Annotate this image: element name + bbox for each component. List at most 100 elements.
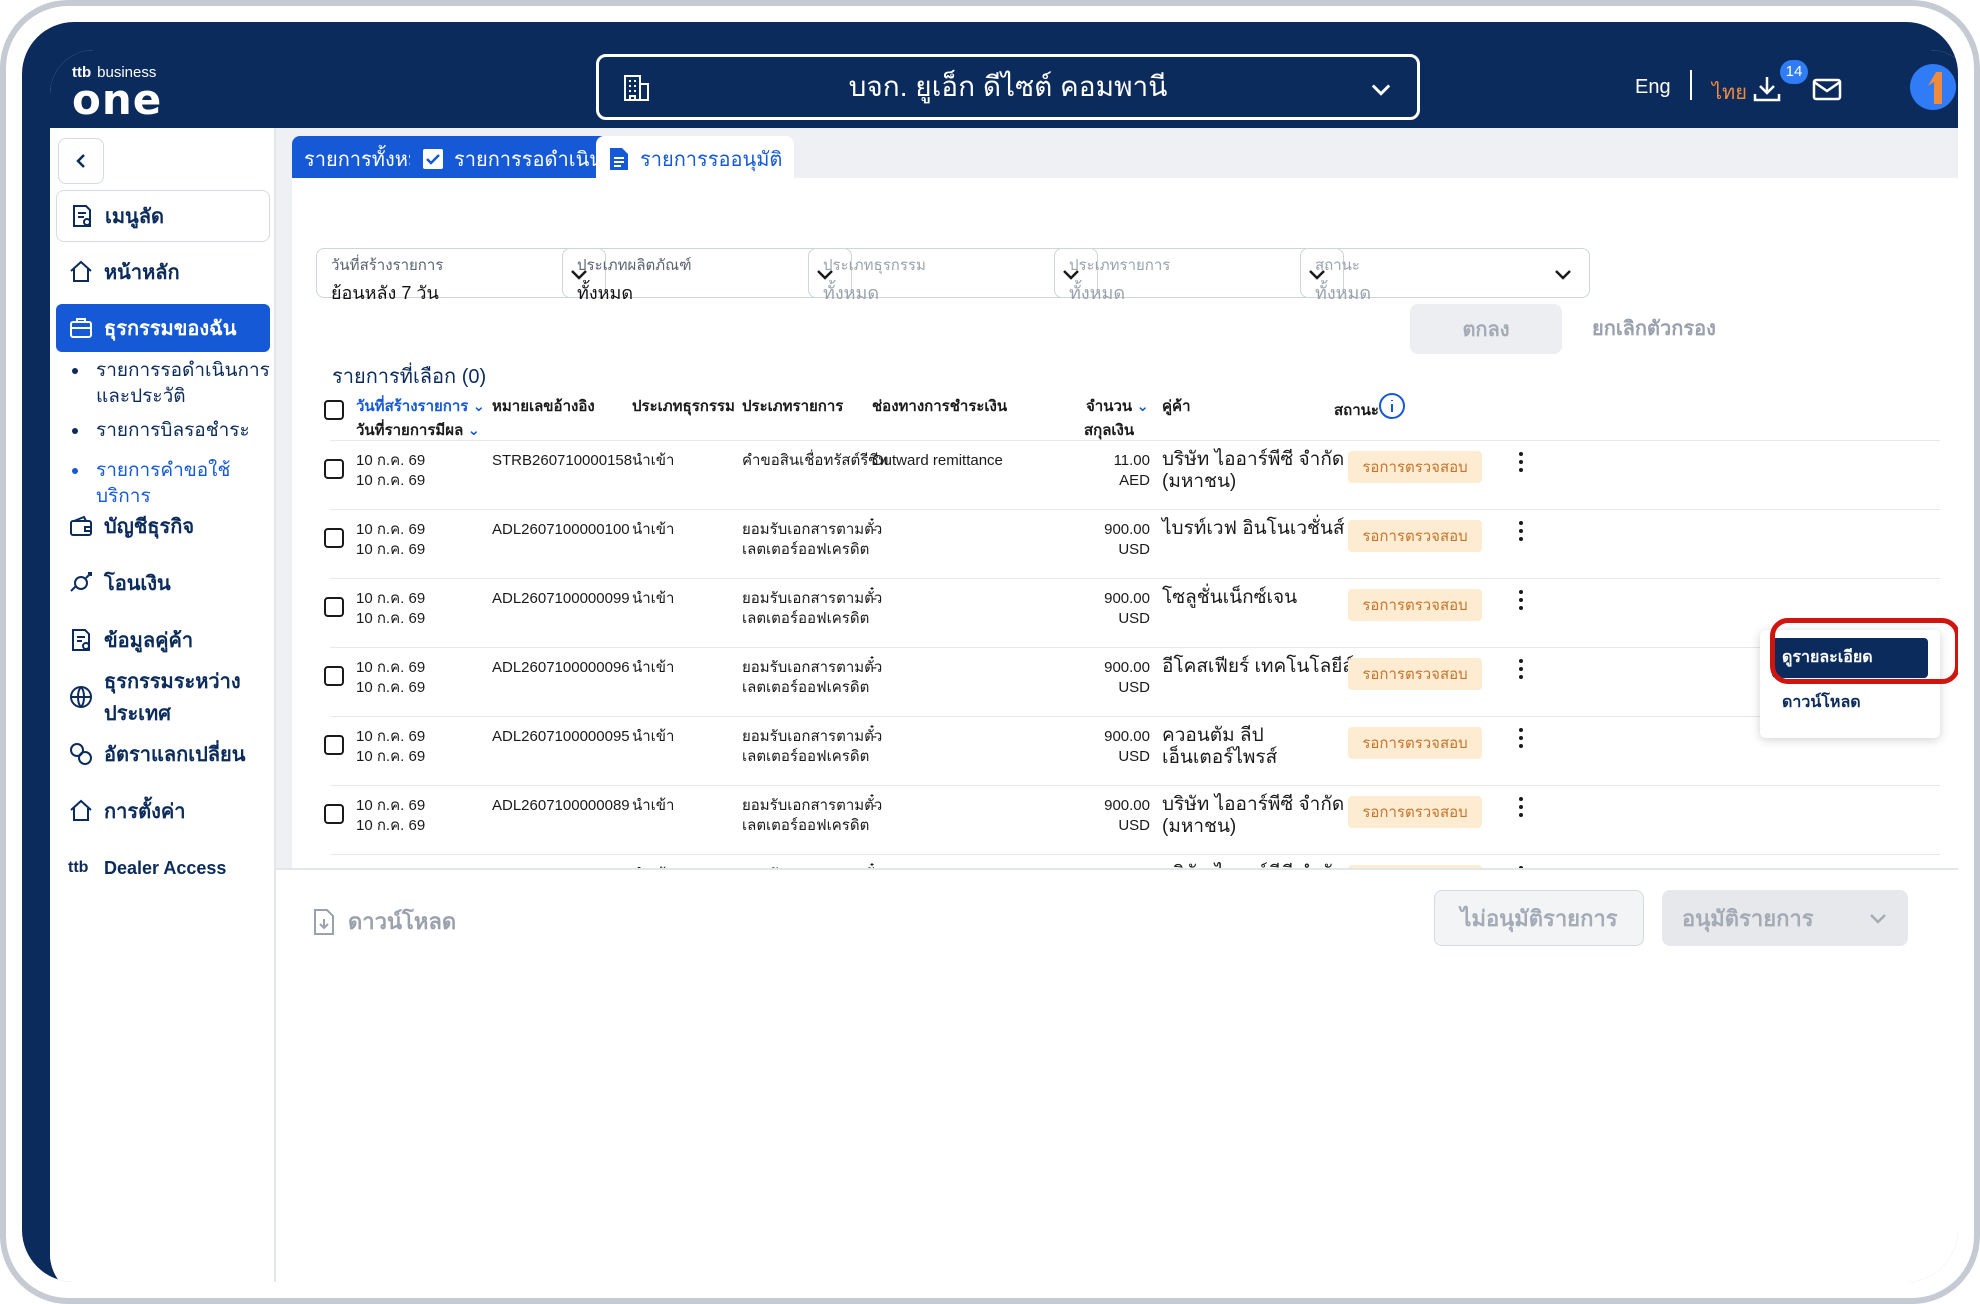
sidebar-subitem-pending-history[interactable]: รายการรอดำเนินการ และประวัติ: [60, 358, 270, 410]
sidebar-item-home[interactable]: หน้าหลัก: [56, 248, 270, 296]
logo-big-text: one: [72, 75, 163, 124]
select-all-checkbox[interactable]: [324, 400, 344, 420]
sidebar-item-settings[interactable]: การตั้งค่า: [56, 787, 270, 835]
collapse-sidebar-button[interactable]: [58, 138, 104, 184]
selected-count-label: รายการที่เลือก (0): [332, 366, 487, 388]
lang-en[interactable]: Eng: [1635, 76, 1671, 99]
item-type-cell: คำขอสินเชื่อทรัสต์รีซีท: [742, 452, 889, 469]
ref-cell: ADL2607100000096: [492, 659, 630, 676]
download-button[interactable]: ดาวน์โหลด: [312, 904, 456, 939]
sidebar-item-international[interactable]: ธุรกรรมระหว่างประเทศ: [56, 671, 270, 725]
column-header-effective-date[interactable]: วันที่รายการมีผล ⌄: [356, 418, 480, 442]
table-row[interactable]: 10 ก.ค. 69 10 ก.ค. 69 ADL2607100000095 นำเข…: [324, 716, 1940, 785]
lang-th[interactable]: ไทย: [1712, 76, 1747, 108]
bullet-icon: [72, 368, 78, 374]
avatar[interactable]: [1910, 64, 1956, 110]
channel-cell: -: [872, 521, 877, 538]
download-menu-item[interactable]: ดาวน์โหลด: [1782, 690, 1861, 715]
row-checkbox[interactable]: [324, 597, 344, 617]
partner-cell: ไบรท์เวฟ อินโนเวชั่นส์: [1162, 518, 1345, 539]
highlight-annotation: [1770, 618, 1958, 684]
sidebar-item-label: การตั้งค่า: [104, 801, 186, 823]
column-header-ref: หมายเลขอ้างอิง: [492, 398, 595, 415]
ttb-logo-icon: ttb: [68, 859, 89, 876]
sidebar-subitem-bills[interactable]: รายการบิลรอชำระ: [60, 418, 270, 444]
lang-divider: [1690, 70, 1692, 100]
row-checkbox[interactable]: [324, 735, 344, 755]
table-row[interactable]: 10 ก.ค. 69 10 ก.ค. 69 ADL2607100000089 นำเข…: [324, 785, 1940, 854]
company-selector[interactable]: บจก. ยูเอ็ก ดีไซต์ คอมพานี: [596, 54, 1420, 120]
sidebar-item-partner-info[interactable]: ข้อมูลคู่ค้า: [56, 616, 270, 664]
transaction-type-cell: นำเข้า: [632, 728, 675, 745]
transaction-type-cell: นำเข้า: [632, 797, 675, 814]
chevron-down-icon: ⌄: [1136, 398, 1149, 415]
channel-cell: -: [872, 659, 877, 676]
info-icon[interactable]: [1378, 392, 1406, 420]
chevron-down-icon: [1870, 914, 1886, 924]
partner-cell: บริษัท ไออาร์พีซี จำกัด(มหาชน): [1162, 794, 1345, 837]
column-header-created-date[interactable]: วันที่สร้างรายการ ⌄: [356, 394, 485, 418]
channel-cell: Outward remittance: [872, 452, 1003, 469]
bottom-action-bar: ดาวน์โหลด ไม่อนุมัติรายการ อนุมัติรายการ: [276, 868, 1958, 1282]
avatar-logo-icon: [1928, 72, 1942, 104]
table-row[interactable]: 10 ก.ค. 69 10 ก.ค. 69 ADL2607100000099 นำเข…: [324, 578, 1940, 647]
apply-filter-button[interactable]: ตกลง: [1410, 304, 1562, 354]
exchange-rate-icon: [70, 743, 92, 765]
filter-label: สถานะ: [1315, 257, 1360, 274]
ref-cell: STRB260710000158: [492, 452, 633, 469]
download-icon[interactable]: [1750, 72, 1784, 106]
row-more-icon[interactable]: [1516, 656, 1526, 682]
column-header-status: สถานะ: [1334, 402, 1379, 419]
row-more-icon[interactable]: [1516, 794, 1526, 820]
transaction-type-cell: นำเข้า: [632, 590, 675, 607]
table-row[interactable]: 10 ก.ค. 69 10 ก.ค. 69 ADL2607100000096 นำเข…: [324, 647, 1940, 716]
reject-button[interactable]: ไม่อนุมัติรายการ: [1434, 890, 1644, 946]
table-row[interactable]: 10 ก.ค. 69 10 ก.ค. 69 ADL2607100000100 นำเข…: [324, 509, 1940, 578]
row-more-icon[interactable]: [1516, 449, 1526, 475]
shortcut-menu-button[interactable]: เมนูลัด: [56, 190, 270, 242]
filter-label: ประเภทรายการ: [1069, 257, 1171, 274]
created-date-cell: 10 ก.ค. 6910 ก.ค. 69: [356, 590, 426, 627]
row-more-icon[interactable]: [1516, 587, 1526, 613]
status-badge: รอการตรวจสอบ: [1348, 796, 1482, 828]
column-header-amount[interactable]: จำนวน ⌄: [1086, 394, 1149, 418]
row-checkbox[interactable]: [324, 459, 344, 479]
tab-awaiting-approval[interactable]: รายการรออนุมัติ: [596, 136, 795, 182]
row-checkbox[interactable]: [324, 528, 344, 548]
bullet-icon: [72, 468, 78, 474]
row-more-icon[interactable]: [1516, 518, 1526, 544]
filter-label: วันที่สร้างรายการ: [331, 257, 444, 274]
amount-cell: 900.00USD: [1104, 797, 1150, 834]
status-badge: รอการตรวจสอบ: [1348, 727, 1482, 759]
amount-cell: 900.00USD: [1104, 659, 1150, 696]
amount-cell: 900.00USD: [1104, 521, 1150, 558]
filter-value: ทั้งหมด: [1315, 283, 1372, 303]
sidebar-item-transfer[interactable]: โอนเงิน: [56, 559, 270, 607]
item-type-cell: ยอมรับเอกสารตามตั๋วเลตเตอร์ออฟเครดิต: [742, 521, 883, 558]
created-date-cell: 10 ก.ค. 6910 ก.ค. 69: [356, 452, 426, 489]
mail-icon[interactable]: [1810, 72, 1844, 106]
channel-cell: -: [872, 728, 877, 745]
clear-filter-button[interactable]: ยกเลิกตัวกรอง: [1592, 312, 1716, 344]
sidebar-item-exchange-rate[interactable]: อัตราแลกเปลี่ยน: [56, 730, 270, 778]
approve-button[interactable]: อนุมัติรายการ: [1662, 890, 1908, 946]
item-type-cell: ยอมรับเอกสารตามตั๋วเลตเตอร์ออฟเครดิต: [742, 659, 883, 696]
chevron-down-icon: [1555, 270, 1571, 280]
chevron-left-icon: [76, 154, 85, 168]
table-row[interactable]: 10 ก.ค. 69 10 ก.ค. 69 STRB260710000158 นำเข…: [324, 440, 1940, 509]
sidebar-item-business-account[interactable]: บัญชีธุรกิจ: [56, 502, 270, 550]
row-checkbox[interactable]: [324, 804, 344, 824]
amount-cell: 900.00USD: [1104, 728, 1150, 765]
sidebar: เมนูลัด หน้าหลัก ธุรกรรมของฉัน รายการรอด…: [50, 128, 276, 1282]
home-icon: [70, 260, 92, 282]
filter-status[interactable]: สถานะ ทั้งหมด: [1300, 248, 1590, 303]
transaction-type-cell: นำเข้า: [632, 659, 675, 676]
row-more-icon[interactable]: [1516, 725, 1526, 751]
shortcut-label: เมนูลัด: [105, 206, 164, 228]
logo[interactable]: ttb business one: [72, 64, 163, 124]
sidebar-item-dealer-access[interactable]: ttb Dealer Access: [56, 844, 270, 892]
column-header-item-type: ประเภทรายการ: [742, 398, 844, 415]
sidebar-subitem-label: รายการรอดำเนินการ และประวัติ: [96, 360, 270, 407]
sidebar-item-my-transactions[interactable]: ธุรกรรมของฉัน: [56, 304, 270, 352]
row-checkbox[interactable]: [324, 666, 344, 686]
